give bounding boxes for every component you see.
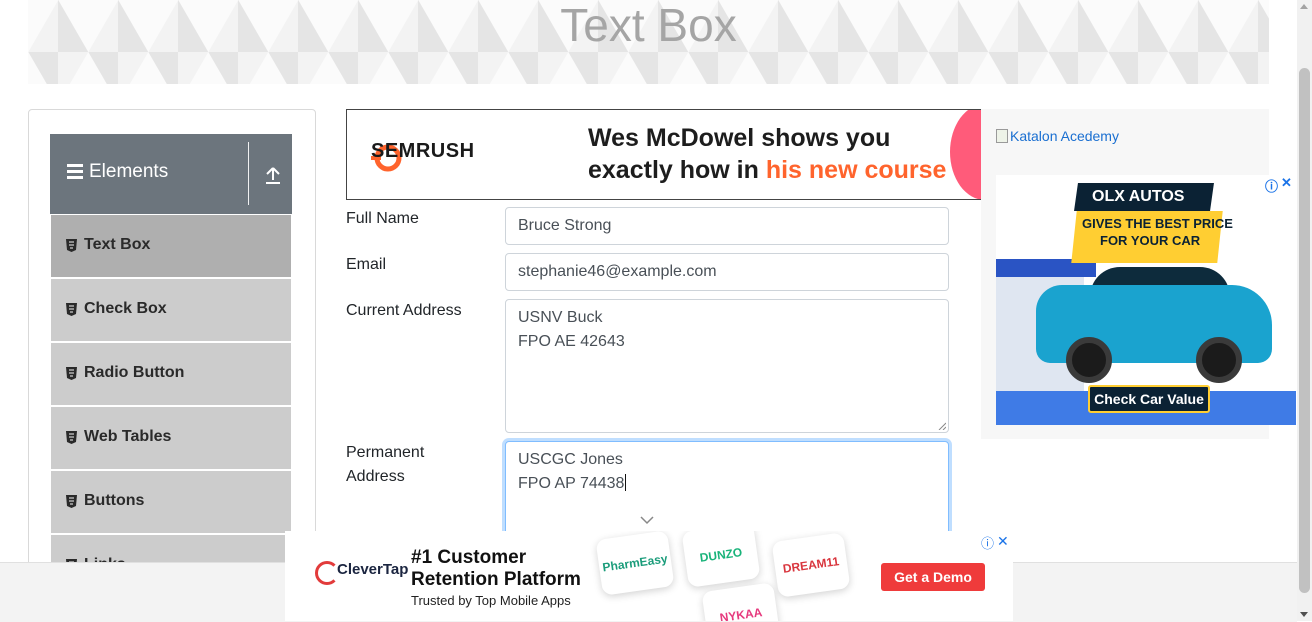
olx-brand: OLX AUTOS: [1092, 188, 1185, 205]
adchoices-info-icon[interactable]: ⓘ: [1265, 176, 1278, 195]
clevertap-logo-icon: [315, 561, 339, 585]
group-label: Elements: [89, 161, 169, 182]
katalon-ad-link[interactable]: Katalon Acedemy: [996, 128, 1119, 144]
sidebar-item-web-tables[interactable]: Web Tables: [51, 407, 291, 469]
ad-close-icon[interactable]: ✕: [997, 533, 1009, 550]
scroll-down-arrow-icon[interactable]: [1300, 612, 1308, 617]
html5-icon: [66, 303, 77, 316]
email-input[interactable]: stephanie46@example.com: [505, 253, 949, 291]
current-address-line-1: USNV Buck: [518, 309, 603, 326]
html5-icon: [66, 431, 77, 444]
page-title: Text Box: [560, 0, 737, 51]
sidebar-item-label: Buttons: [84, 492, 145, 509]
sidebar-item-label: Text Box: [84, 236, 151, 253]
collapse-up-icon[interactable]: [263, 164, 283, 186]
ad-close-icon[interactable]: ✕: [1281, 175, 1292, 191]
bottom-ad-headline-1: #1 Customer: [411, 547, 527, 568]
scroll-up-arrow-icon[interactable]: [1300, 4, 1308, 9]
email-label: Email: [346, 256, 387, 273]
current-address-textarea[interactable]: USNV Buck FPO AE 42643: [505, 299, 949, 433]
dunzo-tile: DUNZO: [681, 531, 761, 588]
dream11-tile: DREAM11: [771, 532, 851, 598]
permanent-address-line-2: FPO AP 74438: [518, 472, 936, 496]
permanent-address-label: Permanent Address: [346, 441, 424, 489]
get-a-demo-button[interactable]: Get a Demo: [881, 563, 985, 591]
permanent-address-line-1: USCGC Jones: [518, 451, 623, 468]
semrush-brand: SEMRUSH: [371, 140, 475, 162]
semrush-ad-banner[interactable]: SEMRUSH Wes McDowel shows you exactly ho…: [346, 109, 984, 200]
current-address-line-2: FPO AE 42643: [518, 333, 625, 350]
chevron-down-icon[interactable]: [640, 515, 654, 525]
page-banner: Text Box: [28, 0, 1269, 84]
olx-autos-ad[interactable]: OLX AUTOS GIVES THE BEST PRICE FOR YOUR …: [996, 175, 1296, 425]
ad-headline-1: Wes McDowel shows you: [588, 124, 891, 152]
permanent-address-line-2-text: FPO AP 74438: [518, 475, 625, 492]
resize-handle-icon[interactable]: [938, 422, 946, 430]
ad-decoration: [950, 110, 983, 199]
sidebar-item-buttons[interactable]: Buttons: [51, 471, 291, 533]
clevertap-brand: CleverTap: [337, 561, 409, 578]
elements-group-header[interactable]: Elements: [50, 134, 292, 214]
clevertap-ad-banner[interactable]: CleverTap #1 Customer Retention Platform…: [285, 531, 1013, 621]
sidebar-item-label: Check Box: [84, 300, 167, 317]
pharmeasy-tile: PharmEasy: [595, 531, 675, 596]
full-name-input[interactable]: Bruce Strong: [505, 207, 949, 245]
text-caret: [625, 474, 627, 491]
katalon-alt-text: Katalon Acedemy: [1010, 128, 1119, 144]
bottom-ad-headline: #1 Customer Retention Platform: [411, 547, 581, 591]
header-divider: [248, 142, 249, 205]
ad-car-wheel: [1196, 337, 1242, 383]
full-name-label: Full Name: [346, 210, 419, 227]
adchoices-info-icon[interactable]: ⓘ: [981, 533, 994, 552]
left-sidebar: Elements Text Box Check Box Radio Button…: [28, 109, 316, 581]
html5-icon: [66, 495, 77, 508]
bottom-ad-headline-2: Retention Platform: [411, 569, 581, 590]
full-name-value: Bruce Strong: [518, 217, 612, 234]
right-ad-panel: Katalon Acedemy OLX AUTOS GIVES THE BEST…: [981, 109, 1296, 439]
ad-car-wheel: [1066, 337, 1112, 383]
olx-tagline-1: GIVES THE BEST PRICE: [1082, 216, 1233, 231]
sidebar-item-check-box[interactable]: Check Box: [51, 279, 291, 341]
permanent-address-label-line-2: Address: [346, 468, 405, 485]
permanent-address-label-line-1: Permanent: [346, 444, 425, 461]
bottom-ad-subline: Trusted by Top Mobile Apps: [411, 593, 571, 608]
html5-icon: [66, 239, 77, 252]
check-car-value-button[interactable]: Check Car Value: [1088, 385, 1210, 413]
vertical-scrollbar[interactable]: [1297, 0, 1312, 621]
ad-headline-2-prefix: exactly how in: [588, 156, 766, 184]
sidebar-item-label: Web Tables: [84, 428, 172, 445]
sidebar-item-text-box[interactable]: Text Box: [51, 215, 291, 277]
scrollbar-thumb[interactable]: [1299, 68, 1310, 593]
hamburger-icon: [67, 164, 83, 182]
nykaa-tile: NYKAA: [701, 582, 781, 621]
email-value: stephanie46@example.com: [518, 263, 717, 280]
sidebar-item-label: Radio Button: [84, 364, 185, 381]
current-address-label: Current Address: [346, 302, 462, 319]
sidebar-item-radio-button[interactable]: Radio Button: [51, 343, 291, 405]
ad-headline-2: exactly how in his new course: [588, 156, 946, 185]
broken-image-icon: [996, 129, 1008, 143]
olx-tagline-2: FOR YOUR CAR: [1100, 233, 1201, 248]
ad-headline-2-highlight: his new course: [765, 156, 947, 184]
html5-icon: [66, 367, 77, 380]
